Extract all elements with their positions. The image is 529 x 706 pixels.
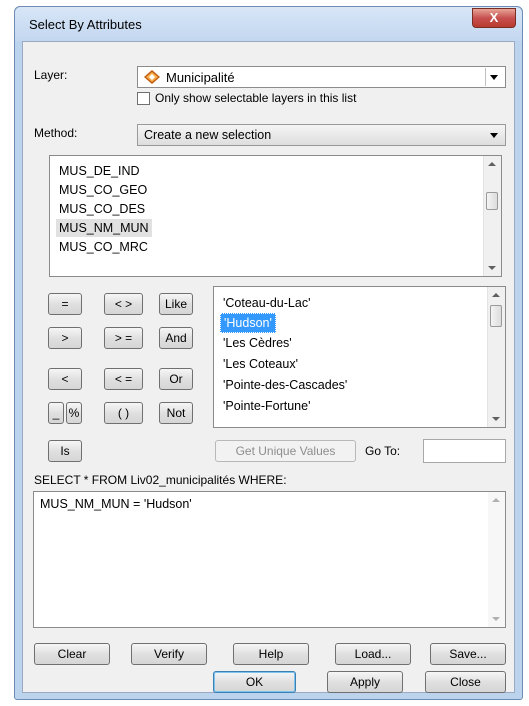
op-is-button[interactable]: Is bbox=[48, 440, 82, 462]
op-or-button[interactable]: Or bbox=[159, 368, 193, 390]
apply-button[interactable]: Apply bbox=[327, 671, 403, 693]
sql-prefix-label: SELECT * FROM Liv02_municipalités WHERE: bbox=[34, 473, 287, 487]
diamond-layer-icon bbox=[144, 70, 160, 84]
only-selectable-label: Only show selectable layers in this list bbox=[155, 91, 357, 105]
scroll-up-icon[interactable] bbox=[492, 293, 500, 297]
scroll-thumb[interactable] bbox=[486, 192, 498, 210]
get-unique-values-button[interactable]: Get Unique Values bbox=[215, 440, 356, 462]
scroll-down-icon[interactable] bbox=[488, 266, 496, 270]
chevron-down-icon[interactable] bbox=[486, 126, 503, 144]
list-item[interactable]: 'Coteau-du-Lac' bbox=[220, 294, 313, 312]
scroll-down-icon[interactable] bbox=[492, 617, 500, 621]
window-title: Select By Attributes bbox=[29, 17, 142, 32]
list-item[interactable]: 'Pointe-Fortune' bbox=[220, 397, 313, 415]
list-item[interactable]: 'Les Cèdres' bbox=[220, 334, 295, 352]
sql-scrollbar[interactable] bbox=[488, 492, 505, 627]
op-greater-button[interactable]: > bbox=[48, 327, 82, 349]
list-item-selected[interactable]: 'Hudson' bbox=[220, 313, 276, 333]
scroll-down-icon[interactable] bbox=[492, 417, 500, 421]
op-and-button[interactable]: And bbox=[159, 327, 193, 349]
list-item[interactable]: MUS_CO_MRC bbox=[56, 238, 151, 256]
list-item[interactable]: 'Pointe-des-Cascades' bbox=[220, 376, 350, 394]
op-equals-button[interactable]: = bbox=[48, 293, 82, 315]
method-label: Method: bbox=[34, 126, 78, 140]
goto-input[interactable] bbox=[423, 439, 506, 463]
op-percent-button[interactable]: % bbox=[66, 402, 82, 424]
fields-list[interactable]: MUS_DE_IND MUS_CO_GEO MUS_CO_DES MUS_NM_… bbox=[49, 155, 502, 277]
list-item[interactable]: 'Les Coteaux' bbox=[220, 355, 301, 373]
save-button[interactable]: Save... bbox=[430, 643, 506, 665]
clear-button[interactable]: Clear bbox=[34, 643, 110, 665]
layer-value: Municipalité bbox=[166, 70, 235, 85]
window-close-button[interactable]: X bbox=[472, 8, 516, 28]
op-underscore-button[interactable]: _ bbox=[48, 402, 64, 424]
op-not-equal-button[interactable]: < > bbox=[104, 293, 143, 315]
layer-label: Layer: bbox=[34, 68, 68, 82]
title-bar[interactable]: Select By Attributes X bbox=[15, 7, 522, 41]
method-dropdown[interactable]: Create a new selection bbox=[137, 124, 506, 146]
op-parentheses-button[interactable]: ( ) bbox=[104, 402, 143, 424]
values-list[interactable]: 'Coteau-du-Lac' 'Hudson' 'Les Cèdres' 'L… bbox=[213, 286, 506, 428]
op-less-equal-button[interactable]: < = bbox=[104, 368, 143, 390]
help-button[interactable]: Help bbox=[233, 643, 309, 665]
sql-expression-textarea[interactable]: MUS_NM_MUN = 'Hudson' bbox=[33, 491, 506, 628]
op-not-button[interactable]: Not bbox=[159, 402, 193, 424]
values-scrollbar[interactable] bbox=[487, 287, 505, 427]
op-less-button[interactable]: < bbox=[48, 368, 82, 390]
sql-expression-text: MUS_NM_MUN = 'Hudson' bbox=[40, 497, 192, 511]
dialog-body: Layer: Municipalité Only show selectable… bbox=[22, 41, 515, 693]
list-item[interactable]: MUS_CO_DES bbox=[56, 200, 148, 218]
op-like-button[interactable]: Like bbox=[159, 293, 193, 315]
method-value: Create a new selection bbox=[144, 128, 272, 142]
load-button[interactable]: Load... bbox=[335, 643, 411, 665]
list-item[interactable]: MUS_DE_IND bbox=[56, 162, 143, 180]
only-selectable-checkbox[interactable] bbox=[137, 92, 150, 105]
scroll-up-icon[interactable] bbox=[488, 162, 496, 166]
goto-label: Go To: bbox=[365, 444, 401, 458]
layer-dropdown[interactable]: Municipalité bbox=[137, 66, 506, 88]
chevron-down-icon[interactable] bbox=[485, 68, 503, 86]
op-greater-equal-button[interactable]: > = bbox=[104, 327, 143, 349]
close-button[interactable]: Close bbox=[425, 671, 506, 693]
select-by-attributes-window: Select By Attributes X Layer: Municipali… bbox=[14, 6, 523, 700]
scroll-up-icon[interactable] bbox=[492, 498, 500, 502]
verify-button[interactable]: Verify bbox=[131, 643, 207, 665]
ok-button[interactable]: OK bbox=[213, 671, 296, 693]
fields-scrollbar[interactable] bbox=[483, 156, 501, 276]
list-item-selected[interactable]: MUS_NM_MUN bbox=[56, 219, 152, 237]
scroll-thumb[interactable] bbox=[490, 305, 502, 327]
list-item[interactable]: MUS_CO_GEO bbox=[56, 181, 150, 199]
